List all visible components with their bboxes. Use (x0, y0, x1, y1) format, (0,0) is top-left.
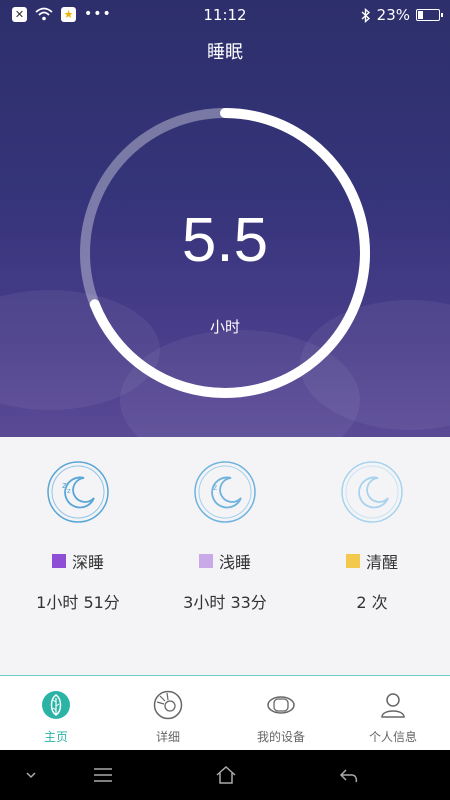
bottom-tab-bar: 主页 详细 我的设备 个人信息 (0, 675, 450, 750)
menu-icon[interactable] (90, 762, 116, 788)
awake-moon-icon (341, 461, 403, 523)
tab-label: 详细 (155, 730, 180, 744)
bluetooth-icon (361, 7, 370, 23)
tab-my-device[interactable]: 我的设备 (225, 676, 337, 751)
detail-chart-icon (153, 690, 183, 720)
stat-label: 浅睡 (218, 553, 251, 572)
device-band-icon (267, 696, 295, 714)
status-bar: ✕ ★ ••• 11:12 23% (0, 0, 450, 30)
tab-detail[interactable]: 详细 (112, 676, 224, 751)
sleep-hours-unit: 小时 (209, 318, 240, 336)
stat-label: 深睡 (71, 553, 104, 572)
svg-text:z: z (67, 487, 71, 495)
stat-value: 3小时 33分 (183, 593, 267, 612)
tab-label: 个人信息 (368, 730, 417, 744)
svg-text:z: z (213, 483, 217, 492)
battery-icon (416, 9, 443, 21)
sleep-stats: z z 深睡 1小时 51分 z 浅睡 3小时 33分 清醒 2 次 (0, 437, 450, 675)
page-title: 睡眠 (207, 42, 243, 63)
profile-icon (381, 693, 405, 718)
awake-swatch (345, 554, 360, 568)
stat-value: 1小时 51分 (36, 593, 120, 612)
chevron-down-icon[interactable] (18, 762, 44, 788)
home-icon[interactable] (213, 762, 239, 788)
stat-value: 2 次 (356, 593, 388, 612)
deep-sleep-swatch (51, 554, 66, 568)
system-navigation-bar (0, 750, 450, 800)
light-sleep-swatch (198, 554, 213, 568)
tab-label: 我的设备 (256, 730, 305, 744)
home-leaf-icon (42, 691, 70, 719)
sleep-hours-value: 5.5 (181, 206, 269, 275)
battery-percent: 23% (376, 6, 410, 24)
stat-label: 清醒 (365, 553, 398, 572)
sleep-hero: ✕ ★ ••• 11:12 23% 睡眠 5.5 小时 (0, 0, 450, 437)
tab-profile[interactable]: 个人信息 (337, 676, 449, 751)
light-sleep-moon-icon: z (194, 461, 256, 523)
back-icon[interactable] (336, 762, 362, 788)
tab-home[interactable]: 主页 (0, 676, 112, 751)
tab-label: 主页 (43, 730, 68, 744)
deep-sleep-moon-icon: z z (47, 461, 109, 523)
